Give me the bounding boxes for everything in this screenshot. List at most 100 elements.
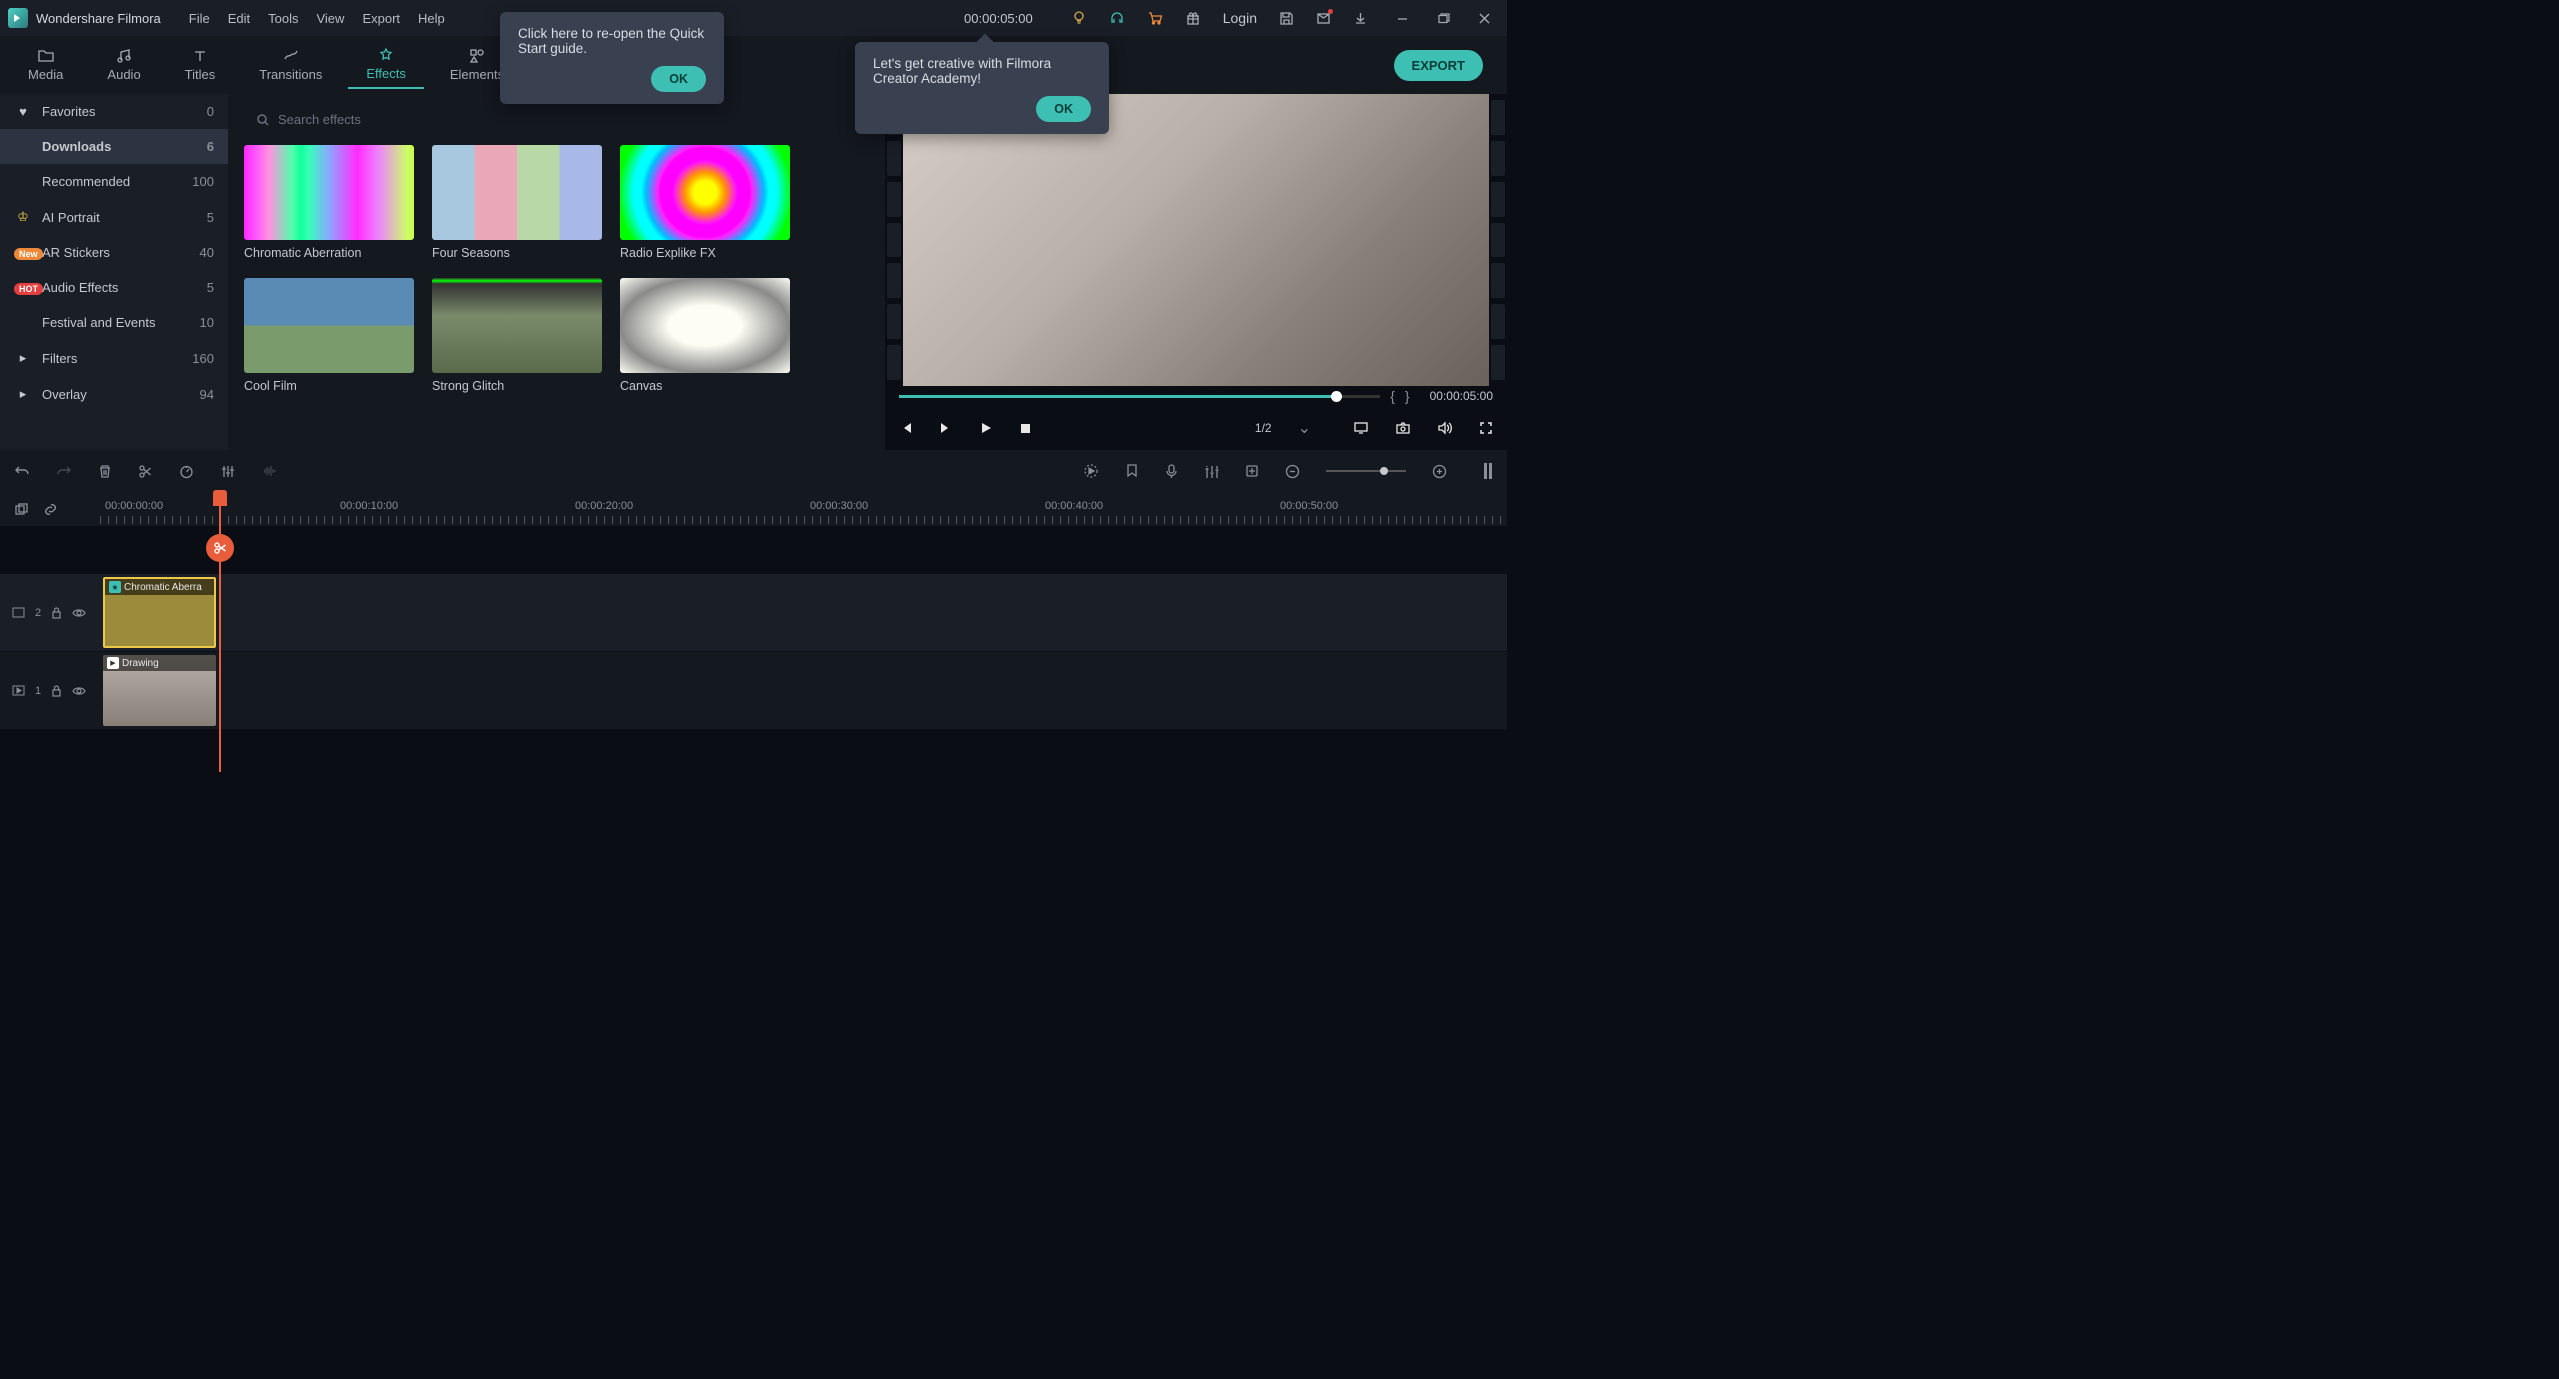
sidebar-item-overlay[interactable]: ▸Overlay94 — [0, 376, 228, 412]
menu-view[interactable]: View — [316, 11, 344, 26]
add-track-icon[interactable] — [14, 502, 29, 517]
prev-frame-icon[interactable] — [899, 421, 913, 435]
track-type-icon — [12, 607, 25, 618]
tab-effects[interactable]: Effects — [348, 41, 424, 89]
snapshot-icon[interactable] — [1395, 421, 1411, 435]
chevron-right-icon: ▸ — [14, 386, 32, 402]
sidebar-item-festival[interactable]: Festival and Events10 — [0, 305, 228, 340]
render-icon[interactable] — [1083, 463, 1099, 479]
sidebar-item-downloads[interactable]: Downloads6 — [0, 129, 228, 164]
minimize-icon[interactable] — [1396, 12, 1409, 25]
star-icon: ★ — [109, 581, 121, 593]
sidebar-item-favorites[interactable]: ♥Favorites0 — [0, 94, 228, 129]
lock-icon[interactable] — [51, 684, 62, 697]
redo-icon[interactable] — [56, 464, 72, 478]
zoom-in-icon[interactable] — [1432, 464, 1447, 479]
sidebar-item-ar-stickers[interactable]: NewAR Stickers40 — [0, 235, 228, 270]
effect-clip[interactable]: ★Chromatic Aberra — [103, 577, 216, 648]
menu-help[interactable]: Help — [418, 11, 445, 26]
scissors-icon[interactable] — [206, 534, 234, 562]
track-type-icon — [12, 685, 25, 696]
effect-thumbnail — [244, 145, 414, 240]
popup-ok-button[interactable]: OK — [651, 66, 706, 92]
zoom-fit-icon[interactable] — [1483, 462, 1493, 480]
voiceover-icon[interactable] — [1165, 463, 1178, 479]
effect-label: Chromatic Aberration — [244, 246, 414, 260]
visibility-icon[interactable] — [72, 686, 86, 696]
maximize-icon[interactable] — [1437, 12, 1450, 25]
login-link[interactable]: Login — [1223, 10, 1257, 26]
sidebar-item-recommended[interactable]: Recommended100 — [0, 164, 228, 199]
speed-icon[interactable] — [179, 464, 194, 479]
audio-mixer-icon[interactable] — [1204, 464, 1219, 479]
menu-edit[interactable]: Edit — [228, 11, 250, 26]
effects-browser: Search effects Chromatic Aberration Four … — [228, 94, 885, 450]
sidebar-item-filters[interactable]: ▸Filters160 — [0, 340, 228, 376]
link-icon[interactable] — [43, 502, 58, 517]
zoom-slider[interactable] — [1326, 470, 1406, 472]
tab-titles[interactable]: Titles — [167, 42, 234, 88]
tips-icon[interactable] — [1071, 10, 1087, 26]
sidebar-item-audio-effects[interactable]: HOTAudio Effects5 — [0, 270, 228, 305]
app-logo — [8, 8, 28, 28]
preview-video[interactable] — [885, 94, 1507, 386]
title-timecode: 00:00:05:00 — [964, 11, 1033, 26]
popup-ok-button[interactable]: OK — [1036, 96, 1091, 122]
undo-icon[interactable] — [14, 464, 30, 478]
visibility-icon[interactable] — [72, 608, 86, 618]
effects-sidebar: ♥Favorites0 Downloads6 Recommended100 ♔A… — [0, 94, 228, 450]
effect-label: Four Seasons — [432, 246, 602, 260]
effect-card[interactable]: Radio Explike FX — [620, 145, 790, 260]
effect-card[interactable]: Cool Film — [244, 278, 414, 393]
menu-file[interactable]: File — [189, 11, 210, 26]
marker-icon[interactable] — [1125, 463, 1139, 479]
keyframe-icon[interactable] — [1245, 464, 1259, 478]
sidebar-item-ai-portrait[interactable]: ♔AI Portrait5 — [0, 199, 228, 235]
video-clip[interactable]: ▶Drawing — [103, 655, 216, 726]
academy-popup: Let's get creative with Filmora Creator … — [855, 42, 1109, 134]
effect-thumbnail — [620, 278, 790, 373]
effect-card[interactable]: Chromatic Aberration — [244, 145, 414, 260]
download-icon[interactable] — [1353, 11, 1368, 26]
tab-media[interactable]: Media — [10, 42, 81, 88]
gift-icon[interactable] — [1185, 10, 1201, 26]
menu-tools[interactable]: Tools — [268, 11, 298, 26]
menu-export[interactable]: Export — [362, 11, 400, 26]
preview-progress[interactable] — [899, 395, 1380, 398]
ratio-dropdown-icon[interactable]: ⌄ — [1298, 418, 1311, 438]
lock-icon[interactable] — [51, 606, 62, 619]
playhead[interactable] — [219, 492, 221, 772]
effect-card[interactable]: Strong Glitch — [432, 278, 602, 393]
preview-ratio: 1/2 — [1255, 421, 1272, 435]
export-button[interactable]: EXPORT — [1394, 50, 1483, 81]
support-icon[interactable] — [1109, 10, 1125, 26]
stop-icon[interactable] — [1019, 422, 1032, 435]
zoom-out-icon[interactable] — [1285, 464, 1300, 479]
fullscreen-icon[interactable] — [1479, 421, 1493, 435]
message-icon[interactable] — [1316, 11, 1331, 26]
audio-wavform-icon[interactable] — [261, 464, 278, 478]
delete-icon[interactable] — [98, 464, 112, 479]
tab-audio[interactable]: Audio — [89, 42, 158, 88]
video-track[interactable]: 1 ▶Drawing — [0, 652, 1507, 730]
mark-in-out-icon[interactable]: {} — [1390, 388, 1419, 404]
adjust-icon[interactable] — [220, 464, 235, 479]
volume-icon[interactable] — [1437, 421, 1453, 435]
effect-thumbnail — [432, 145, 602, 240]
preview-timecode: 00:00:05:00 — [1430, 389, 1493, 403]
play-icon[interactable] — [979, 421, 993, 435]
effect-card[interactable]: Four Seasons — [432, 145, 602, 260]
title-bar: Wondershare Filmora File Edit Tools View… — [0, 0, 1507, 36]
save-icon[interactable] — [1279, 11, 1294, 26]
tab-transitions[interactable]: Transitions — [241, 42, 340, 88]
close-icon[interactable] — [1478, 12, 1491, 25]
effect-track[interactable]: 2 ★Chromatic Aberra — [0, 574, 1507, 652]
cart-icon[interactable] — [1147, 10, 1163, 26]
next-frame-icon[interactable] — [939, 421, 953, 435]
display-icon[interactable] — [1353, 421, 1369, 435]
effect-label: Radio Explike FX — [620, 246, 790, 260]
timeline-ruler[interactable]: 00:00:00:00 00:00:10:00 00:00:20:00 00:0… — [100, 492, 1507, 526]
split-icon[interactable] — [138, 464, 153, 479]
effect-card[interactable]: Canvas — [620, 278, 790, 393]
search-input[interactable]: Search effects — [244, 106, 844, 133]
